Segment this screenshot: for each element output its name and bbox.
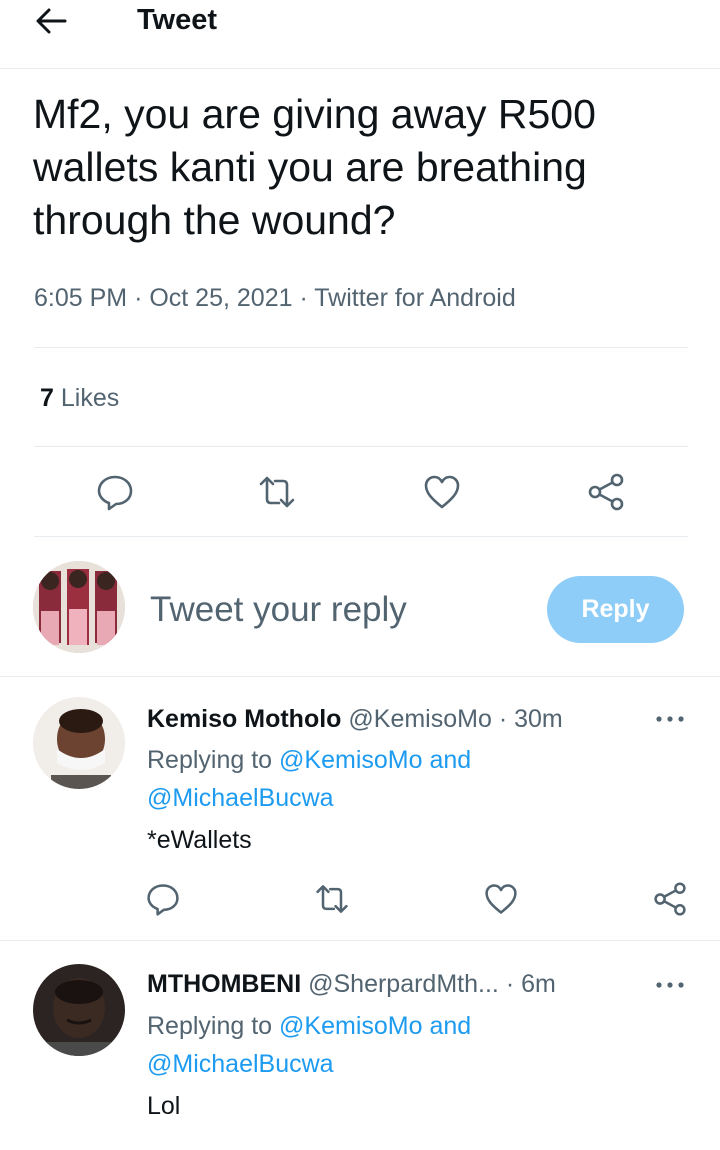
meta-separator: · (299, 284, 308, 312)
more-dots-icon (656, 982, 684, 988)
mention-link[interactable]: @MichaelBucwa (147, 1050, 334, 1078)
avatar[interactable] (33, 697, 125, 789)
tweet-meta: 6:05 PM · Oct 25, 2021 · Twitter for And… (34, 282, 516, 314)
share-icon (588, 473, 624, 511)
retweet-button[interactable] (314, 881, 350, 917)
share-button[interactable] (586, 472, 626, 512)
mention-and[interactable]: and (429, 746, 471, 774)
reply-input[interactable]: Tweet your reply (150, 588, 407, 632)
retweet-icon (316, 885, 348, 913)
tweet-source[interactable]: Twitter for Android (314, 284, 515, 312)
likes-stat[interactable]: 7 Likes (40, 382, 119, 414)
reply-time[interactable]: 6m (521, 970, 556, 998)
divider (34, 446, 688, 447)
more-dots-icon (656, 716, 684, 722)
replying-to: Replying to @KemisoMo and @MichaelBucwa (147, 741, 627, 817)
heart-icon (424, 475, 460, 509)
replying-prefix: Replying to (147, 746, 273, 774)
meta-separator: · (498, 705, 508, 733)
reply-author-handle[interactable]: @KemisoMo (348, 705, 491, 733)
divider (34, 536, 688, 537)
mention-link[interactable]: @KemisoMo (279, 1012, 422, 1040)
mention-link[interactable]: @KemisoMo (279, 746, 422, 774)
reply-action-button[interactable] (95, 472, 135, 512)
profile-photo (33, 697, 125, 789)
reply-author-handle[interactable]: @SherpardMth... (308, 970, 499, 998)
heart-icon (485, 884, 517, 914)
avatar[interactable] (33, 964, 125, 1056)
reply-header: Kemiso Motholo @KemisoMo · 30m (147, 702, 563, 736)
replying-prefix: Replying to (147, 1012, 273, 1040)
retweet-icon (259, 476, 295, 508)
profile-photo (33, 561, 125, 653)
divider (0, 940, 720, 941)
retweet-button[interactable] (257, 472, 297, 512)
header-divider (0, 68, 720, 69)
comment-icon (97, 475, 133, 511)
more-options-button[interactable] (655, 966, 685, 997)
share-icon (654, 882, 686, 916)
likes-label: Likes (60, 384, 120, 412)
mention-and[interactable]: and (429, 1012, 471, 1040)
share-button[interactable] (652, 881, 688, 917)
replying-to: Replying to @KemisoMo and @MichaelBucwa (147, 1007, 627, 1083)
tweet-time[interactable]: 6:05 PM (34, 284, 127, 312)
back-button[interactable] (34, 6, 68, 36)
reply-text: Lol (147, 1092, 181, 1120)
profile-photo (33, 964, 125, 1056)
avatar[interactable] (33, 561, 125, 653)
reply-time[interactable]: 30m (514, 705, 563, 733)
comment-icon (147, 884, 179, 916)
tweet-text: Mf2, you are giving away R500 wallets ka… (33, 91, 596, 243)
reply-author-name[interactable]: Kemiso Motholo (147, 705, 341, 733)
meta-separator: · (134, 284, 143, 312)
divider (0, 676, 720, 677)
reply-author-name[interactable]: MTHOMBENI (147, 970, 301, 998)
divider (34, 347, 688, 348)
arrow-left-icon (36, 8, 67, 34)
reply-button[interactable]: Reply (547, 576, 684, 643)
mention-link[interactable]: @MichaelBucwa (147, 784, 334, 812)
reply-action-button[interactable] (145, 881, 181, 917)
like-button[interactable] (422, 472, 462, 512)
like-button[interactable] (483, 881, 519, 917)
reply-header: MTHOMBENI @SherpardMth... · 6m (147, 967, 556, 1001)
reply-text: *eWallets (147, 826, 252, 854)
more-options-button[interactable] (655, 700, 685, 731)
meta-separator: · (505, 970, 515, 998)
page-title: Tweet (137, 4, 218, 36)
tweet-date[interactable]: Oct 25, 2021 (149, 284, 292, 312)
likes-count: 7 (40, 384, 54, 412)
